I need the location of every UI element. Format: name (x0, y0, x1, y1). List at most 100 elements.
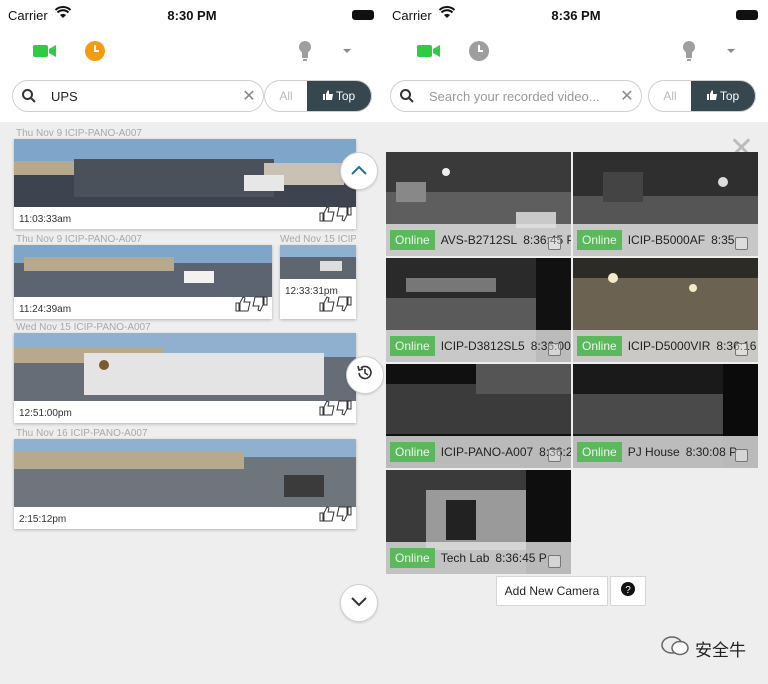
clock-time: 8:36 PM (551, 8, 601, 23)
filter-toggle: All Top (264, 80, 372, 112)
thumbs-up-icon[interactable] (319, 206, 335, 227)
search-placeholder[interactable]: Search your recorded video... (423, 89, 613, 104)
thumbs-up-icon[interactable] (319, 296, 335, 317)
snapshot-icon[interactable] (548, 237, 561, 250)
camera-tile[interactable]: Online ICIP-D5000VIR 8:36:16 P (573, 258, 758, 362)
status-bar: Carrier 8:30 PM (0, 0, 384, 30)
clear-icon[interactable]: ✕ (613, 86, 641, 106)
clip-thumbnail[interactable] (14, 245, 272, 297)
filter-all-button[interactable]: All (649, 81, 691, 111)
thumbs-down-icon[interactable] (336, 400, 352, 421)
battery-icon (352, 10, 374, 20)
card-header: Thu Nov 9 ICIP-PANO-A007 (16, 234, 142, 245)
camera-tile[interactable]: Online ICIP-PANO-A007 8:36:21 (386, 364, 571, 468)
video-camera-icon[interactable] (30, 36, 60, 66)
camera-name: AVS-B2712SL (440, 233, 518, 247)
camera-tile[interactable]: Online PJ House 8:30:08 P (573, 364, 758, 468)
thumbs-down-icon[interactable] (252, 296, 268, 317)
help-button[interactable]: ? (610, 576, 646, 606)
camera-name: ICIP-D3812SL5 (440, 339, 525, 353)
online-badge: Online (390, 442, 435, 462)
thumbs-down-icon[interactable] (336, 506, 352, 527)
snapshot-icon[interactable] (735, 449, 748, 462)
scroll-up-button[interactable] (340, 152, 378, 190)
clear-icon[interactable]: ✕ (235, 86, 263, 106)
clip-time: 11:24:39am (19, 304, 72, 315)
clip-thumbnail[interactable] (14, 333, 356, 401)
chevron-down-icon (351, 594, 367, 612)
chevron-up-icon (351, 162, 367, 180)
snapshot-icon[interactable] (548, 449, 561, 462)
clip-time: 2:15:12pm (19, 514, 67, 525)
clip-thumbnail[interactable] (14, 439, 356, 507)
search-icon (391, 89, 423, 103)
battery-icon (736, 10, 758, 20)
camera-tile[interactable]: Online ICIP-D3812SL5 8:36:00 (386, 258, 571, 362)
camera-time: 8:36:45 P (495, 551, 547, 565)
rating-controls (319, 506, 352, 527)
search-value[interactable]: UPS (45, 89, 235, 104)
camera-time: 8:30:08 P (685, 445, 738, 459)
left-phone-screen: Carrier 8:30 PM UPS ✕ All Top Thu Nov 9 … (0, 0, 384, 684)
thumbs-up-icon[interactable] (235, 296, 251, 317)
clip-feed[interactable]: Thu Nov 9 ICIP-PANO-A007 11:03:33am Thu … (0, 122, 384, 684)
filter-all-button[interactable]: All (265, 81, 307, 111)
filter-top-button[interactable]: Top (691, 81, 755, 111)
history-clock-icon[interactable] (80, 36, 110, 66)
card-header: Thu Nov 9 ICIP-PANO-A007 (16, 128, 142, 139)
lightbulb-icon[interactable] (290, 36, 320, 66)
right-phone-screen: Carrier 8:36 PM Search your recorded vid… (384, 0, 768, 684)
camera-footer: Online Tech Lab 8:36:45 P (386, 542, 571, 574)
clip-card[interactable]: 11:03:33am (14, 139, 356, 229)
snapshot-icon[interactable] (548, 343, 561, 356)
add-new-camera-button[interactable]: Add New Camera (496, 576, 608, 606)
thumbs-up-icon[interactable] (319, 400, 335, 421)
clip-card[interactable]: 12:33:31pm (280, 245, 356, 319)
card-header: Wed Nov 15 ICIP-D3 (280, 234, 356, 245)
filter-top-label: Top (719, 89, 740, 103)
online-badge: Online (390, 336, 435, 356)
rating-controls (235, 296, 268, 317)
snapshot-icon[interactable] (735, 237, 748, 250)
thumbs-up-icon[interactable] (319, 506, 335, 527)
clip-card[interactable]: 2:15:12pm (14, 439, 356, 529)
chevron-down-icon[interactable] (716, 36, 746, 66)
clip-card[interactable]: 12:51:00pm (14, 333, 356, 423)
card-header: Wed Nov 15 ICIP-PANO-A007 (16, 322, 151, 333)
search-row: Search your recorded video... ✕ All Top (390, 80, 762, 114)
camera-name: ICIP-B5000AF (627, 233, 706, 247)
online-badge: Online (577, 442, 622, 462)
card-header: Thu Nov 16 ICIP-PANO-A007 (16, 428, 148, 439)
camera-name: ICIP-D5000VIR (627, 339, 711, 353)
watermark-text: 安全牛 (695, 641, 746, 661)
thumbs-up-icon (322, 89, 333, 103)
search-input[interactable]: Search your recorded video... ✕ (390, 80, 642, 112)
clip-thumbnail[interactable] (280, 245, 356, 279)
filter-top-button[interactable]: Top (307, 81, 371, 111)
camera-tile[interactable]: Online AVS-B2712SL 8:36:45 P (386, 152, 571, 256)
lightbulb-icon[interactable] (674, 36, 704, 66)
thumbs-down-icon[interactable] (336, 206, 352, 227)
toolbar (0, 36, 384, 70)
search-input[interactable]: UPS ✕ (12, 80, 264, 112)
watermark: 安全牛 (661, 636, 746, 661)
thumbs-down-icon[interactable] (336, 296, 352, 317)
scroll-down-button[interactable] (340, 584, 378, 622)
chevron-down-icon[interactable] (332, 36, 362, 66)
filter-toggle: All Top (648, 80, 756, 112)
history-button[interactable] (346, 356, 384, 394)
snapshot-icon[interactable] (548, 555, 561, 568)
clip-time: 12:51:00pm (19, 408, 72, 419)
snapshot-icon[interactable] (735, 343, 748, 356)
clip-card[interactable]: 11:24:39am (14, 245, 272, 319)
history-icon (355, 363, 375, 388)
camera-tile[interactable]: Online ICIP-B5000AF 8:35 (573, 152, 758, 256)
camera-name: ICIP-PANO-A007 (440, 445, 534, 459)
online-badge: Online (577, 336, 622, 356)
camera-name: Tech Lab (440, 551, 490, 565)
clip-thumbnail[interactable] (14, 139, 356, 207)
video-camera-icon[interactable] (414, 36, 444, 66)
rating-controls (319, 206, 352, 227)
camera-tile[interactable]: Online Tech Lab 8:36:45 P (386, 470, 571, 574)
history-clock-icon[interactable] (464, 36, 494, 66)
